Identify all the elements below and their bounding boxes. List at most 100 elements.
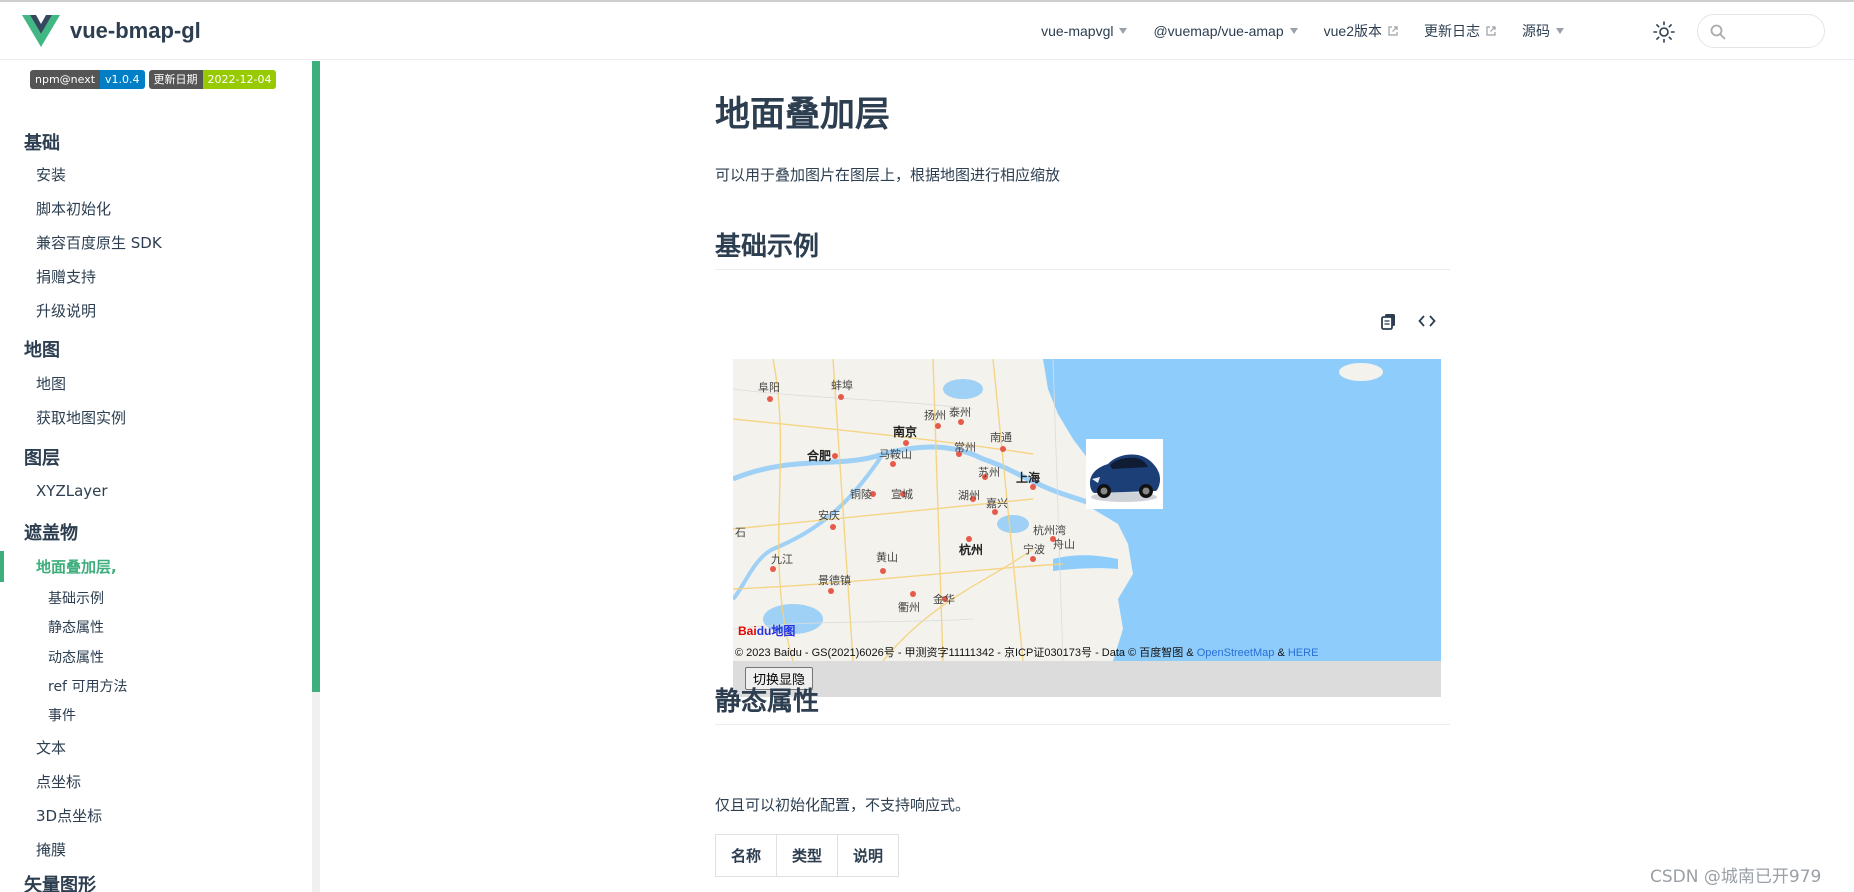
- table-header-type: 类型: [776, 834, 839, 877]
- nav-links: vue-mapvgl @vuemap/vue-amap vue2版本 更新日志 …: [1015, 2, 1564, 60]
- map-city-label: 湖州: [958, 489, 980, 502]
- sidebar-item-donate[interactable]: 捐赠支持: [36, 266, 96, 287]
- map-city-label: 常州: [954, 441, 976, 454]
- map-city-label: 宁波: [1023, 543, 1045, 556]
- map-city-label: 马鞍山: [879, 448, 912, 461]
- badge-key: 更新日期: [148, 70, 203, 89]
- sidebar-subitem-dynamic-props[interactable]: 动态属性: [48, 647, 104, 667]
- nav-vue2-version[interactable]: vue2版本: [1324, 21, 1398, 41]
- copyright-ampersand: &: [1277, 647, 1285, 659]
- sidebar-item-map-instance[interactable]: 获取地图实例: [36, 407, 126, 428]
- map-city-label: 铜陵: [850, 488, 872, 501]
- top-navbar: vue-bmap-gl vue-mapvgl @vuemap/vue-amap …: [0, 2, 1854, 60]
- sidebar-item-map[interactable]: 地图: [36, 373, 66, 394]
- map-city-label: 宣城: [891, 488, 913, 501]
- sidebar-item-3d-point[interactable]: 3D点坐标: [36, 805, 102, 826]
- page-description: 可以用于叠加图片在图层上，根据地图进行相应缩放: [715, 166, 1061, 184]
- nav-label: @vuemap/vue-amap: [1153, 23, 1284, 39]
- map-city-label: 南京: [893, 425, 918, 439]
- sidebar-item-text[interactable]: 文本: [36, 737, 66, 758]
- section-heading-static-props: 静态属性: [715, 681, 1450, 725]
- code-icon[interactable]: [1418, 312, 1436, 330]
- copyright-text: © 2023 Baidu - GS(2021)6026号 - 甲测资字11111…: [735, 647, 1194, 659]
- map-city-label: 蚌埠: [831, 379, 853, 392]
- sidebar-item-upgrade[interactable]: 升级说明: [36, 300, 96, 321]
- sun-icon[interactable]: [1652, 20, 1676, 44]
- chevron-down-icon: [1289, 28, 1298, 34]
- nav-label: vue2版本: [1323, 23, 1382, 39]
- baidu-logo-text: Bai: [738, 624, 757, 638]
- sidebar-item-install[interactable]: 安装: [36, 164, 66, 185]
- sidebar-group-vector[interactable]: 矢量图形: [24, 871, 96, 892]
- map-city-label: 景德镇: [818, 574, 851, 587]
- vue-logo-icon[interactable]: [22, 15, 60, 47]
- demo-toolbar: [1380, 312, 1436, 330]
- sidebar-subitem-basic-example[interactable]: 基础示例: [48, 588, 104, 608]
- map-city-label: 舟山: [1053, 538, 1075, 551]
- chevron-down-icon: [1119, 28, 1128, 34]
- nav-label: vue-mapvgl: [1041, 23, 1114, 39]
- sidebar-group-overlays[interactable]: 遮盖物: [24, 519, 78, 545]
- page-title: 地面叠加层: [715, 95, 891, 135]
- sidebar-scrollbar-thumb[interactable]: [312, 61, 320, 692]
- badge-value: 2022-12-04: [202, 70, 277, 89]
- nav-vue-amap[interactable]: @vuemap/vue-amap: [1153, 23, 1298, 39]
- sidebar-group-layers[interactable]: 图层: [24, 444, 60, 470]
- sidebar-scrollbar-track[interactable]: [312, 692, 320, 892]
- sidebar-item-script-init[interactable]: 脚本初始化: [36, 198, 111, 219]
- section-heading-basic-example: 基础示例: [715, 226, 1450, 270]
- copy-icon[interactable]: [1380, 312, 1398, 330]
- sidebar-subitem-events[interactable]: 事件: [48, 705, 76, 725]
- map-city-label: 嘉兴: [986, 497, 1008, 510]
- update-date-badge[interactable]: 更新日期 2022-12-04: [148, 70, 277, 89]
- sidebar-group-map[interactable]: 地图: [24, 336, 60, 362]
- nav-label: 源码: [1522, 23, 1550, 39]
- sidebar-item-xyzlayer[interactable]: XYZLayer: [36, 482, 108, 500]
- map-city-label: 合肥: [807, 449, 832, 463]
- map-city-label: 石: [735, 526, 746, 539]
- sidebar-group-basics[interactable]: 基础: [24, 129, 60, 155]
- static-props-table: 名称 类型 说明: [714, 834, 900, 877]
- badge-key: npm@next: [30, 70, 101, 89]
- openstreetmap-link[interactable]: OpenStreetMap: [1197, 647, 1275, 659]
- map-city-label: 阜阳: [758, 381, 780, 394]
- external-link-icon: [1388, 26, 1398, 36]
- search-input[interactable]: [1732, 21, 1817, 41]
- table-header-desc: 说明: [837, 834, 900, 877]
- baidu-logo-text: du地图: [756, 624, 796, 638]
- sidebar: npm@next v1.0.4 更新日期 2022-12-04 基础 安装 脚本…: [0, 61, 312, 892]
- active-indicator: [0, 551, 4, 582]
- map-city-label: 泰州: [949, 406, 971, 419]
- search-icon: [1710, 24, 1726, 40]
- here-link[interactable]: HERE: [1288, 647, 1319, 659]
- map-copyright: © 2023 Baidu - GS(2021)6026号 - 甲测资字11111…: [735, 644, 1318, 660]
- search-box[interactable]: [1697, 14, 1825, 48]
- ground-overlay-image: [1086, 439, 1163, 509]
- sidebar-item-point[interactable]: 点坐标: [36, 771, 81, 792]
- badge-value: v1.0.4: [100, 70, 145, 89]
- site-title[interactable]: vue-bmap-gl: [70, 18, 201, 44]
- map-city-label: 安庆: [818, 509, 840, 522]
- sidebar-subitem-static-props[interactable]: 静态属性: [48, 617, 104, 637]
- nav-changelog[interactable]: 更新日志: [1424, 21, 1496, 41]
- sidebar-item-native-sdk[interactable]: 兼容百度原生 SDK: [36, 232, 162, 253]
- sidebar-item-mask[interactable]: 掩膜: [36, 839, 66, 860]
- sidebar-item-ground-overlay[interactable]: 地面叠加层,: [36, 556, 117, 577]
- static-props-description: 仅且可以初始化配置，不支持响应式。: [715, 796, 971, 814]
- map-city-label: 扬州: [924, 409, 946, 422]
- csdn-watermark: CSDN @城南已开979: [1650, 867, 1822, 887]
- chevron-down-icon: [1556, 28, 1564, 34]
- npm-version-badge[interactable]: npm@next v1.0.4: [30, 70, 145, 89]
- nav-source[interactable]: 源码: [1522, 21, 1564, 41]
- nav-vue-mapvgl[interactable]: vue-mapvgl: [1041, 23, 1128, 39]
- sidebar-subitem-ref-methods[interactable]: ref 可用方法: [48, 676, 127, 696]
- baidu-logo[interactable]: Baidu地图: [738, 622, 795, 639]
- nav-label: 更新日志: [1424, 23, 1480, 39]
- table-header-row: 名称 类型 说明: [714, 834, 900, 877]
- map-city-label: 苏州: [978, 466, 1000, 479]
- map-city-label: 金华: [933, 593, 955, 606]
- version-badges: npm@next v1.0.4 更新日期 2022-12-04: [30, 70, 277, 89]
- baidu-map[interactable]: 阜阳 蚌埠 扬州 泰州 南京 合肥 马鞍山 常州 南通 上海 苏州 铜陵 宣城 …: [733, 359, 1441, 661]
- table-header-name: 名称: [714, 834, 778, 877]
- car-image: [1090, 454, 1160, 502]
